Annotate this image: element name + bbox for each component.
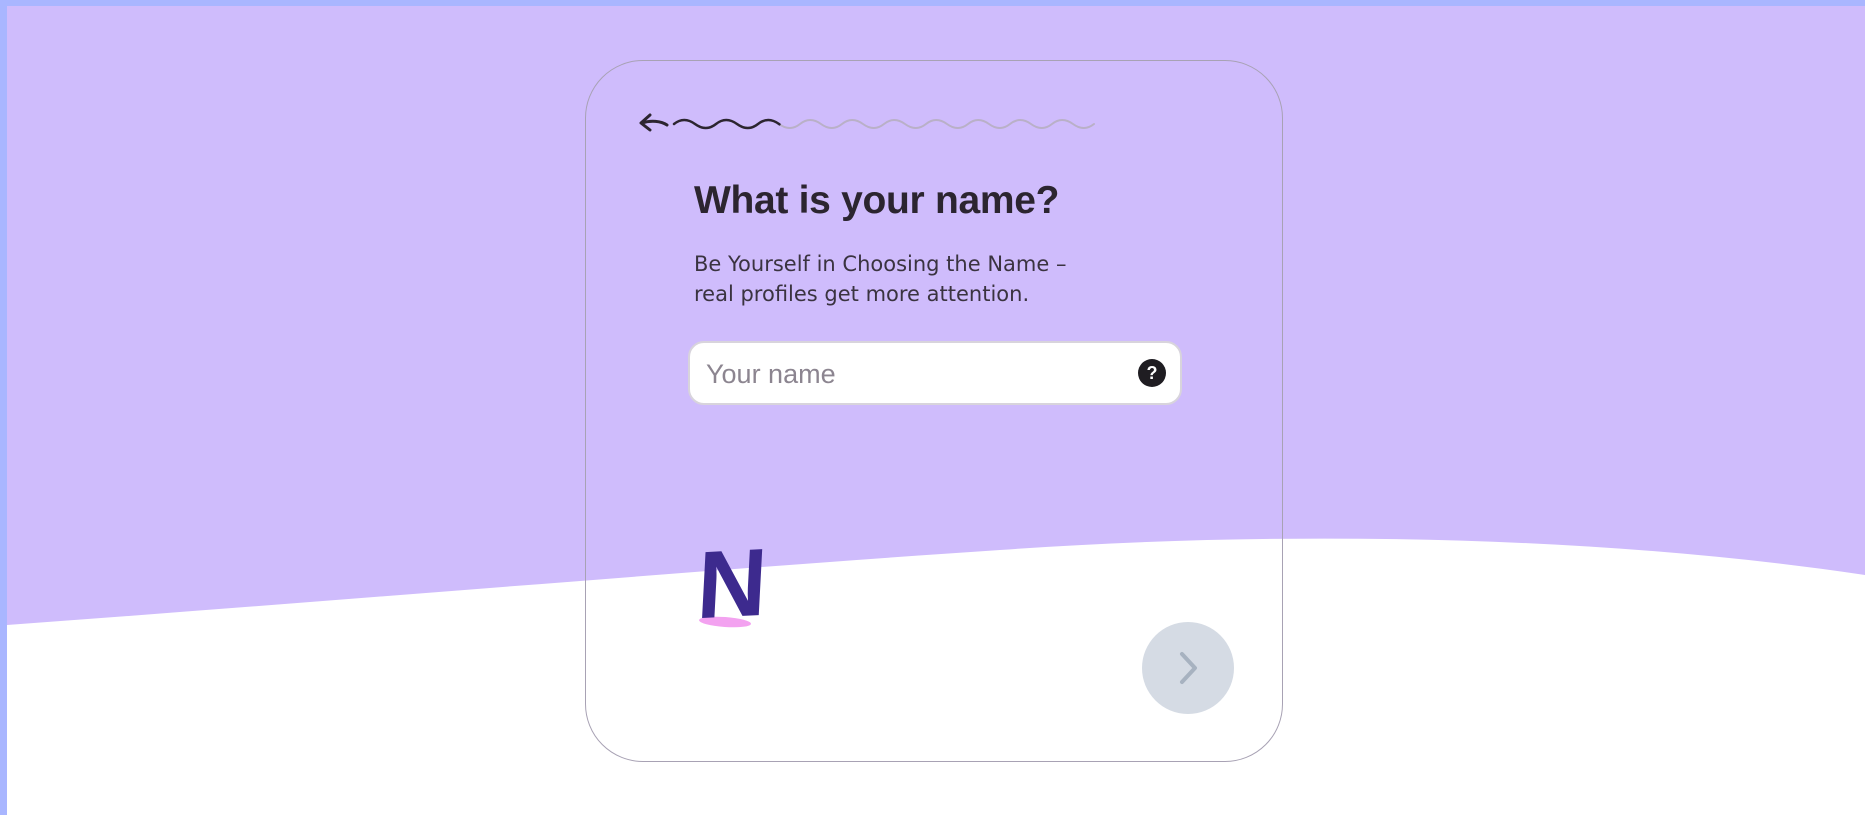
window-left-border [0,0,7,815]
page-title: What is your name? [694,179,1060,222]
subtitle-line-1: Be Yourself in Choosing the Name – [694,252,1067,276]
name-step-card: What is your name? Be Yourself in Choosi… [585,60,1283,762]
app-logo: N [695,539,770,639]
name-input[interactable] [704,343,1128,405]
logo-letter: N [695,539,770,639]
chevron-right-icon [1180,652,1197,684]
page-subtitle: Be Yourself in Choosing the Name – real … [694,249,1114,309]
progress-indicator [672,118,1096,130]
next-button[interactable] [1142,622,1234,714]
name-field: ? [688,341,1182,405]
subtitle-line-2: real profiles get more attention. [694,282,1030,306]
help-icon[interactable]: ? [1138,359,1166,387]
